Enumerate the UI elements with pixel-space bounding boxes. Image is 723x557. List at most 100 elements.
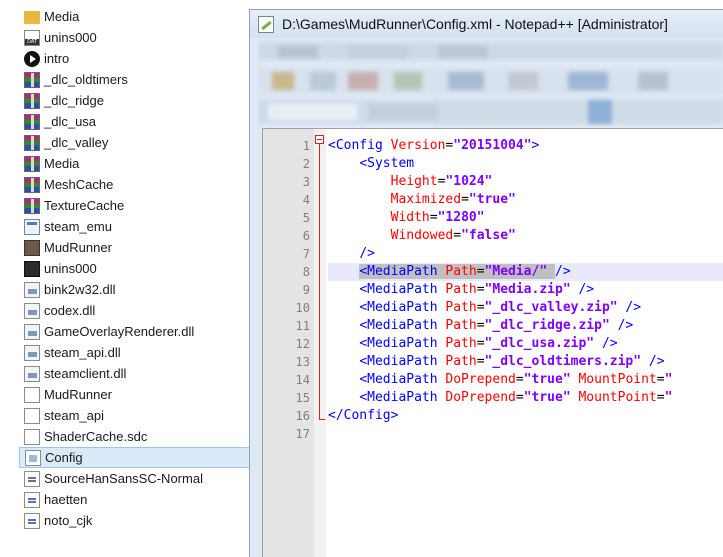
line-number: 16: [295, 409, 310, 423]
code-line[interactable]: <Config Version="20151004">: [328, 137, 723, 155]
file-name-label: GameOverlayRenderer.dll: [44, 324, 195, 339]
file-list-item[interactable]: steamclient.dll: [19, 363, 254, 384]
file-list-item[interactable]: GameOverlayRenderer.dll: [19, 321, 254, 342]
application-icon: [24, 218, 40, 235]
code-token: MountPoint: [578, 372, 657, 387]
code-token: DoPrepend: [445, 372, 516, 387]
file-list-item[interactable]: Media: [19, 6, 254, 27]
code-editor[interactable]: 1 2 3 4 5 6 7 8 9 10 11 12 13 14 15 16 17 <Config Versio…: [262, 128, 723, 557]
code-token: Path: [445, 318, 477, 333]
code-token: <MediaPath: [359, 336, 446, 351]
fold-collapse-icon[interactable]: [315, 135, 324, 144]
blank-file-icon: [24, 407, 40, 424]
window-title: D:\Games\MudRunner\Config.xml - Notepad+…: [282, 16, 668, 32]
file-list-item[interactable]: MudRunner: [19, 237, 254, 258]
code-token: Path: [445, 282, 477, 297]
file-name-label: MeshCache: [44, 177, 114, 192]
file-list-item[interactable]: ShaderCache.sdc: [19, 426, 254, 447]
file-list-item[interactable]: bink2w32.dll: [19, 279, 254, 300]
file-list-item[interactable]: Config: [19, 447, 254, 468]
file-list-item[interactable]: MeshCache: [19, 174, 254, 195]
file-name-label: Media: [44, 9, 80, 24]
code-line[interactable]: <MediaPath Path="_dlc_valley.zip" />: [328, 299, 723, 317]
file-list-item[interactable]: _dlc_usa: [19, 111, 254, 132]
line-number: 4: [302, 193, 310, 207]
file-list-item[interactable]: _dlc_oldtimers: [19, 69, 254, 90]
line-number-gutter: 1 2 3 4 5 6 7 8 9 10 11 12 13 14 15 16 17: [263, 129, 314, 557]
code-line[interactable]: <MediaPath DoPrepend="true" MountPoint=": [328, 371, 723, 389]
file-list-item[interactable]: unins000: [19, 258, 254, 279]
dll-file-icon: [24, 344, 40, 361]
code-token: />: [617, 300, 642, 315]
code-line[interactable]: <MediaPath Path="_dlc_oldtimers.zip" />: [328, 353, 723, 371]
code-token: <MediaPath: [359, 264, 446, 279]
file-list-item[interactable]: noto_cjk: [19, 510, 254, 531]
file-list-item[interactable]: steam_api.dll: [19, 342, 254, 363]
code-line[interactable]: Height="1024": [328, 173, 723, 191]
file-list-item[interactable]: codex.dll: [19, 300, 254, 321]
code-token: />: [555, 264, 571, 279]
code-token: Path: [445, 264, 477, 279]
file-list-item[interactable]: steam_emu: [19, 216, 254, 237]
file-name-label: noto_cjk: [44, 513, 93, 528]
code-line[interactable]: Width="1280": [328, 209, 723, 227]
file-name-label: unins000: [44, 261, 97, 276]
code-line[interactable]: />: [328, 245, 723, 263]
file-list-item[interactable]: _dlc_valley: [19, 132, 254, 153]
file-name-label: unins000: [44, 30, 97, 45]
config-file-icon: [25, 449, 41, 466]
code-token: [547, 264, 555, 279]
file-list-item[interactable]: steam_api: [19, 405, 254, 426]
code-token: <MediaPath: [359, 318, 446, 333]
code-line[interactable]: <MediaPath Path="Media/" />: [328, 263, 723, 281]
code-token: =: [461, 192, 469, 207]
file-list-item[interactable]: TextureCache: [19, 195, 254, 216]
fold-margin: [314, 129, 326, 557]
line-number: 9: [302, 283, 310, 297]
code-token: =: [453, 228, 462, 243]
code-token: =: [656, 390, 665, 405]
code-line[interactable]: [328, 425, 723, 443]
file-name-label: MudRunner: [44, 240, 112, 255]
file-name-label: Config: [45, 450, 83, 465]
code-token: =: [476, 354, 485, 369]
file-list-item[interactable]: unins000: [19, 27, 254, 48]
code-line[interactable]: <MediaPath Path="_dlc_usa.zip" />: [328, 335, 723, 353]
code-line[interactable]: </Config>: [328, 407, 723, 425]
video-play-icon: [24, 50, 40, 67]
line-number: 15: [295, 391, 310, 405]
file-list-item[interactable]: Media: [19, 153, 254, 174]
file-list-item[interactable]: SourceHanSansSC-Normal: [19, 468, 254, 489]
code-token: "_dlc_valley.zip": [484, 300, 618, 315]
file-name-label: _dlc_usa: [44, 114, 97, 129]
rar-archive-icon: [24, 92, 40, 109]
code-line[interactable]: <System: [328, 155, 723, 173]
code-line[interactable]: Maximized="true": [328, 191, 723, 209]
file-list-item[interactable]: intro: [19, 48, 254, 69]
file-list-item[interactable]: haetten: [19, 489, 254, 510]
code-line[interactable]: <MediaPath Path="_dlc_ridge.zip" />: [328, 317, 723, 335]
code-token: =: [515, 390, 524, 405]
code-token: />: [641, 354, 665, 369]
file-list-item[interactable]: MudRunner: [19, 384, 254, 405]
code-token: =: [476, 318, 485, 333]
code-line[interactable]: Windowed="false": [328, 227, 723, 245]
code-line[interactable]: <MediaPath Path="Media.zip" />: [328, 281, 723, 299]
setup-app-icon: [24, 260, 40, 277]
dll-file-icon: [24, 365, 40, 382]
dll-file-icon: [24, 302, 40, 319]
code-token: Path: [445, 300, 477, 315]
code-token: DoPrepend: [445, 390, 516, 405]
title-bar[interactable]: D:\Games\MudRunner\Config.xml - Notepad+…: [250, 10, 723, 38]
code-line[interactable]: <MediaPath DoPrepend="true" MountPoint=": [328, 389, 723, 407]
rar-archive-icon: [24, 113, 40, 130]
code-token: =: [515, 372, 524, 387]
line-number: 6: [302, 229, 310, 243]
file-list-item[interactable]: _dlc_ridge: [19, 90, 254, 111]
